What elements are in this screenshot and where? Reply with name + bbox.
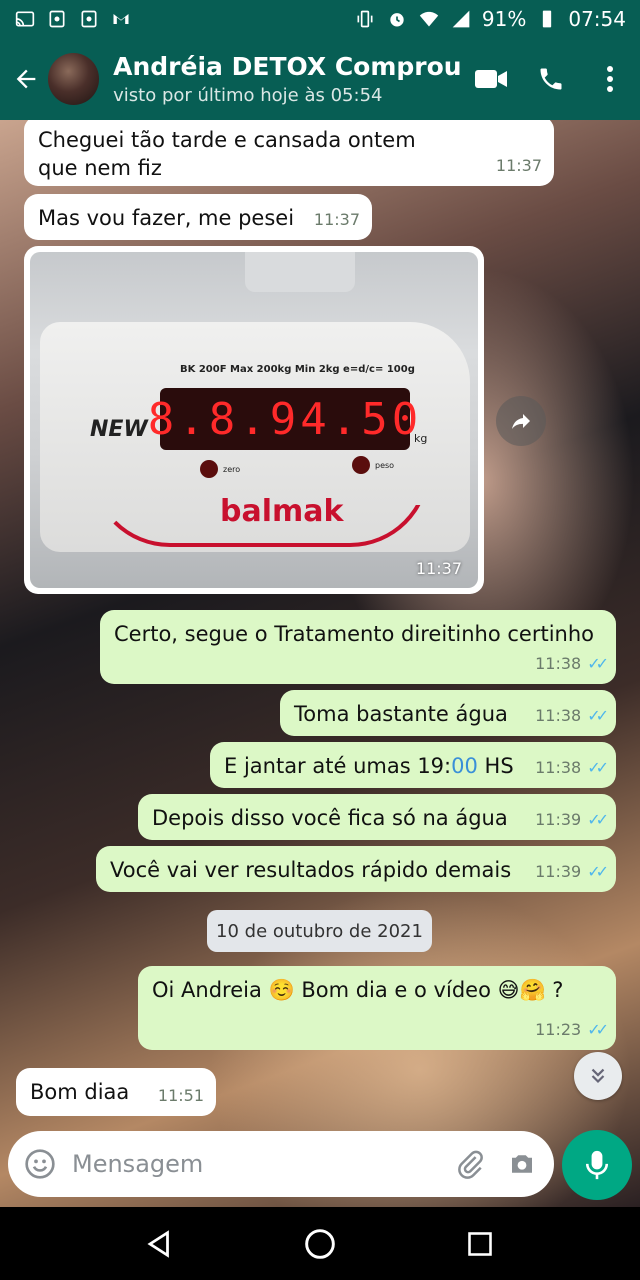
nav-recents-button[interactable] bbox=[455, 1219, 505, 1269]
scale-unit: kg bbox=[414, 432, 428, 445]
voice-message-button[interactable] bbox=[562, 1130, 632, 1200]
voice-call-button[interactable] bbox=[521, 49, 580, 109]
emoji-button[interactable] bbox=[20, 1144, 60, 1184]
nav-home-button[interactable] bbox=[295, 1219, 345, 1269]
message-time: 11:38 ✓✓ bbox=[535, 702, 609, 730]
message-time: 11:51 bbox=[157, 1086, 204, 1105]
scale-model-label: BK 200F Max 200kg Min 2kg e=d/c= 100g bbox=[180, 364, 415, 375]
message-time: 11:38 ✓✓ bbox=[535, 754, 609, 782]
scale-display: 8.8.94.50 bbox=[148, 388, 418, 450]
message-text: Bom diaa bbox=[30, 1080, 130, 1104]
triangle-back-icon bbox=[147, 1229, 169, 1258]
message-text: Você vai ver resultados rápido demais bbox=[110, 858, 512, 882]
wifi-icon bbox=[418, 9, 440, 29]
chat-area[interactable]: Cheguei tão tarde e cansada ontem que ne… bbox=[0, 120, 640, 1207]
circle-home-icon bbox=[305, 1228, 335, 1259]
double-chevron-down-icon bbox=[591, 1068, 605, 1084]
system-nav-bar bbox=[0, 1207, 640, 1280]
menu-button[interactable] bbox=[581, 49, 640, 109]
back-button[interactable] bbox=[4, 57, 48, 101]
microphone-icon bbox=[585, 1150, 609, 1180]
message-bubble-outgoing[interactable]: Depois disso você fica só na água 11:39 ✓… bbox=[138, 794, 616, 840]
alarm-icon bbox=[386, 9, 408, 29]
message-time: 11:37 bbox=[313, 210, 360, 229]
double-check-icon: ✓✓ bbox=[587, 654, 609, 673]
double-check-icon: ✓✓ bbox=[587, 810, 609, 829]
image-message[interactable]: BK 200F Max 200kg Min 2kg e=d/c= 100g NE… bbox=[24, 246, 484, 594]
phone-icon bbox=[540, 68, 562, 90]
message-time: 11:39 ✓✓ bbox=[535, 806, 609, 834]
message-text: Cheguei tão tarde e cansada ontem bbox=[38, 128, 416, 152]
double-check-icon: ✓✓ bbox=[587, 1020, 609, 1039]
gmail-icon bbox=[110, 9, 132, 29]
message-text: E jantar até umas 19:00 HS bbox=[224, 754, 514, 778]
message-bubble-outgoing[interactable]: Certo, segue o Tratamento direitinho cer… bbox=[100, 610, 616, 684]
message-text: que nem fiz bbox=[38, 156, 162, 180]
date-separator: 10 de outubro de 2021 bbox=[207, 910, 432, 952]
battery-icon bbox=[536, 9, 558, 29]
scale-photo: BK 200F Max 200kg Min 2kg e=d/c= 100g NE… bbox=[30, 252, 478, 588]
message-time: 11:38 ✓✓ bbox=[535, 650, 609, 678]
message-text: Oi Andreia ☺️ Bom dia e o vídeo 😅🤗 ? bbox=[152, 978, 564, 1002]
message-bubble-outgoing[interactable]: E jantar até umas 19:00 HS 11:38 ✓✓ bbox=[210, 742, 616, 788]
message-bubble-outgoing[interactable]: Oi Andreia ☺️ Bom dia e o vídeo 😅🤗 ? 11:… bbox=[138, 966, 616, 1050]
message-time: 11:37 bbox=[495, 156, 542, 175]
nav-back-button[interactable] bbox=[135, 1219, 185, 1269]
message-time: 11:23 ✓✓ bbox=[535, 1016, 609, 1044]
avatar[interactable] bbox=[47, 53, 100, 105]
square-recents-icon bbox=[468, 1231, 492, 1256]
vibrate-icon bbox=[354, 9, 376, 29]
chat-header: Andréia DETOX Comprou visto por último h… bbox=[0, 38, 640, 120]
forward-button[interactable] bbox=[496, 396, 546, 446]
message-bubble-outgoing[interactable]: Toma bastante água 11:38 ✓✓ bbox=[280, 690, 616, 736]
message-text: Mas vou fazer, me pesei bbox=[38, 206, 295, 230]
notification-icon bbox=[46, 9, 68, 29]
message-bubble-incoming[interactable]: Cheguei tão tarde e cansada ontem que ne… bbox=[24, 120, 554, 186]
share-arrow-icon bbox=[512, 414, 530, 429]
brand-logo: balmak bbox=[220, 494, 344, 529]
message-text: Certo, segue o Tratamento direitinho cer… bbox=[114, 622, 594, 646]
paperclip-icon bbox=[458, 1150, 483, 1179]
camera-button[interactable] bbox=[502, 1144, 542, 1184]
arrow-left-icon bbox=[16, 69, 36, 89]
double-check-icon: ✓✓ bbox=[587, 862, 609, 881]
scroll-to-bottom-button[interactable] bbox=[574, 1052, 622, 1100]
notification-icon-2 bbox=[78, 9, 100, 29]
emoji-icon bbox=[25, 1149, 55, 1179]
status-bar: 91% 07:54 bbox=[0, 0, 640, 38]
message-text: Toma bastante água bbox=[294, 702, 508, 726]
message-text: Depois disso você fica só na água bbox=[152, 806, 508, 830]
video-call-button[interactable] bbox=[462, 49, 521, 109]
image-time: 11:37 bbox=[415, 559, 462, 578]
clock: 07:54 bbox=[568, 7, 626, 31]
double-check-icon: ✓✓ bbox=[587, 758, 609, 777]
contact-name: Andréia DETOX Comprou bbox=[113, 52, 462, 81]
cast-icon bbox=[14, 9, 36, 29]
message-bubble-incoming[interactable]: Mas vou fazer, me pesei 11:37 bbox=[24, 194, 372, 240]
message-bubble-outgoing[interactable]: Você vai ver resultados rápido demais 11… bbox=[96, 846, 616, 892]
battery-percent: 91% bbox=[481, 7, 527, 31]
time-link[interactable]: 00 bbox=[451, 754, 478, 778]
contact-info[interactable]: Andréia DETOX Comprou visto por último h… bbox=[113, 52, 461, 106]
last-seen: visto por último hoje às 05:54 bbox=[113, 85, 383, 106]
double-check-icon: ✓✓ bbox=[587, 706, 609, 725]
video-camera-icon bbox=[475, 70, 508, 88]
message-bubble-incoming[interactable]: Bom diaa 11:51 bbox=[16, 1068, 216, 1116]
scale-new-label: NEW bbox=[90, 417, 148, 442]
message-composer: Mensagem bbox=[8, 1131, 554, 1197]
attach-button[interactable] bbox=[450, 1144, 490, 1184]
camera-icon bbox=[512, 1155, 532, 1173]
message-input[interactable]: Mensagem bbox=[72, 1150, 450, 1178]
message-time: 11:39 ✓✓ bbox=[535, 858, 609, 886]
more-vert-icon bbox=[607, 66, 614, 92]
signal-icon bbox=[450, 9, 472, 29]
